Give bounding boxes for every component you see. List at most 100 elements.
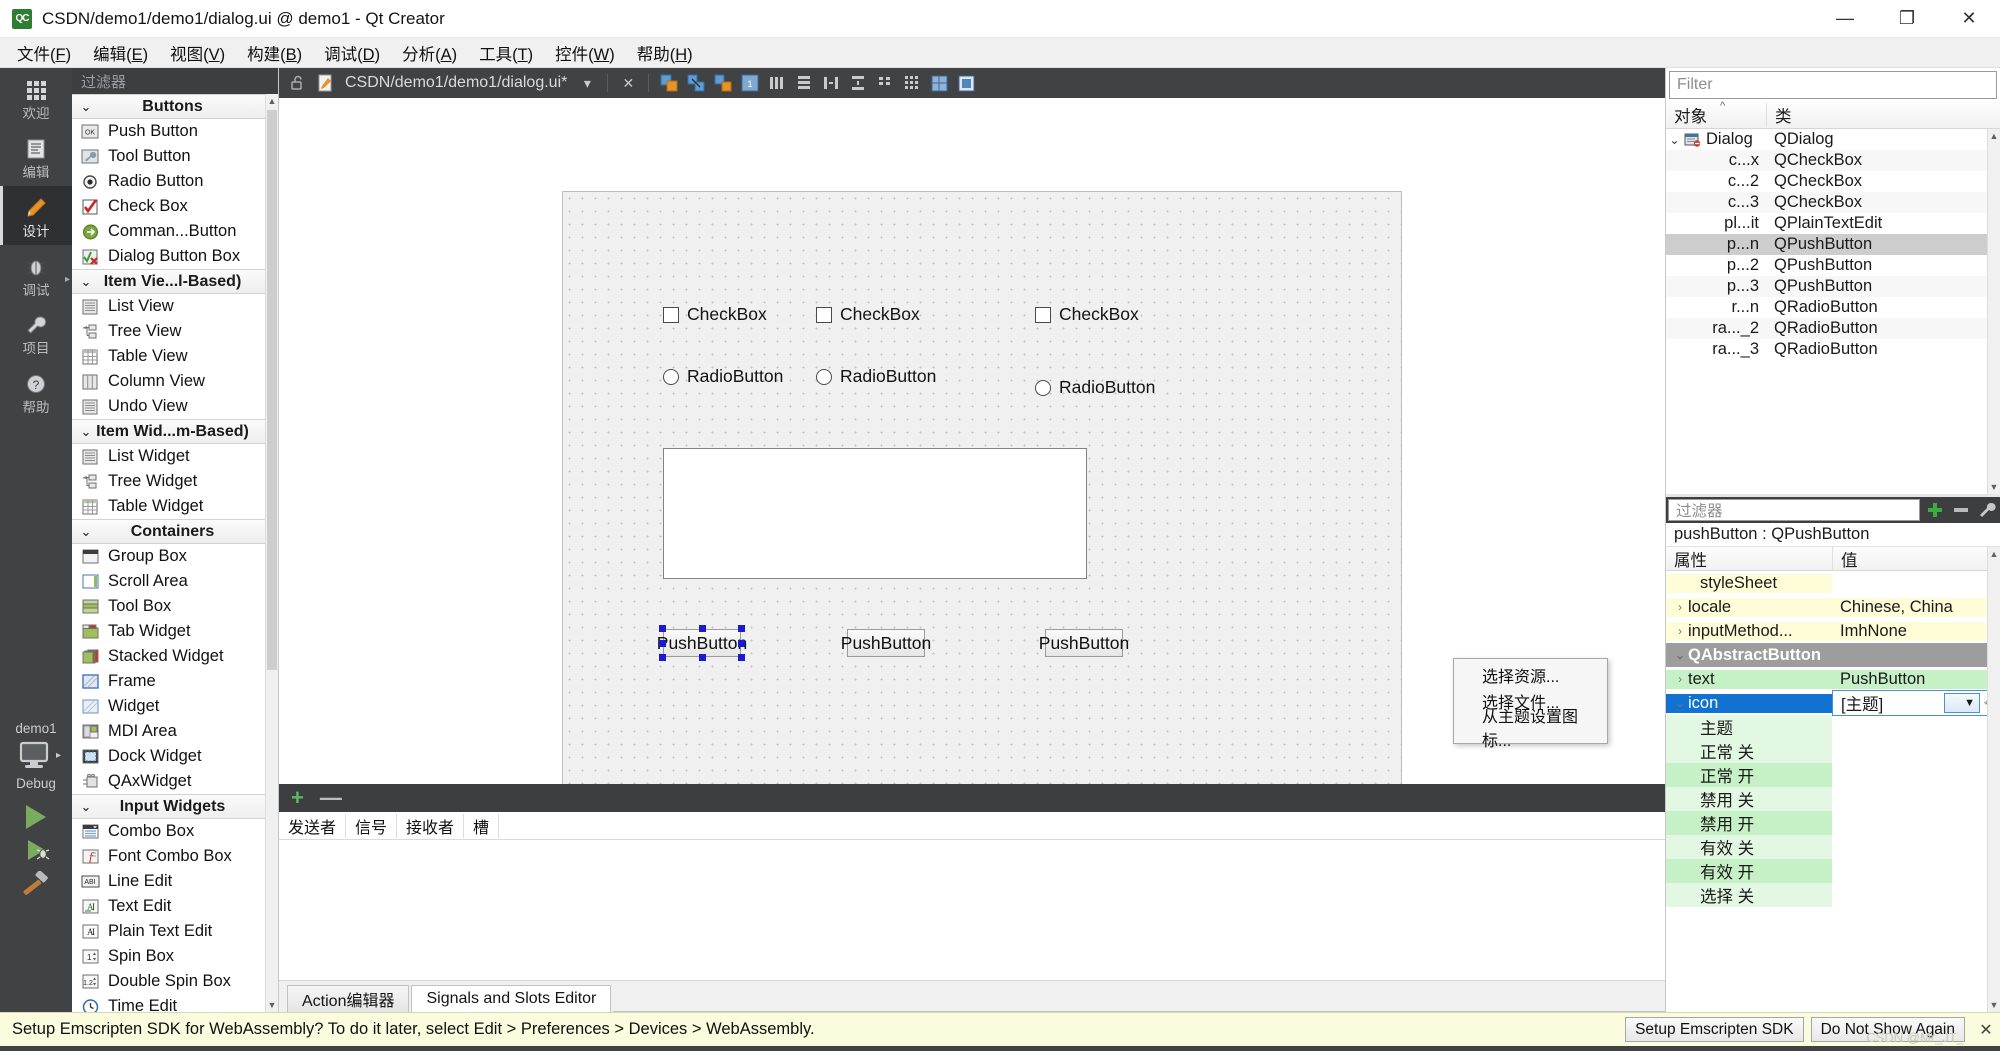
- chevron-down-icon[interactable]: ⌄: [1672, 696, 1688, 710]
- signals-slots-column-header[interactable]: 信号: [346, 813, 398, 838]
- form-plain-text-edit[interactable]: [663, 448, 1087, 579]
- menu-item-a[interactable]: 分析(A): [391, 38, 468, 68]
- widget-item-stacked-widget[interactable]: Stacked Widget: [72, 644, 265, 669]
- scroll-down-icon[interactable]: ▼: [268, 998, 277, 1012]
- mode-item-edit[interactable]: 编辑: [0, 127, 72, 186]
- signals-slots-column-header[interactable]: 接收者: [397, 813, 465, 838]
- form-radio-button[interactable]: RadioButton: [816, 366, 936, 387]
- resize-handle[interactable]: [659, 639, 666, 647]
- property-value-cell[interactable]: [主题]▼↶: [1832, 690, 2000, 716]
- menu-item-h[interactable]: 帮助(H): [626, 38, 704, 68]
- widget-group-header[interactable]: ⌄ Item Wid...m-Based): [72, 419, 265, 444]
- mode-item-design[interactable]: 设计: [0, 185, 72, 245]
- scroll-up-icon[interactable]: ▲: [1988, 547, 2000, 561]
- object-tree-col-object[interactable]: 对象 ^: [1666, 100, 1766, 127]
- widget-item-table-widget[interactable]: Table Widget: [72, 494, 265, 519]
- property-value-cell[interactable]: PushButton: [1832, 669, 2000, 689]
- property-row[interactable]: 主题: [1666, 715, 2000, 739]
- scrollbar-thumb[interactable]: [267, 110, 277, 670]
- signals-slots-column-header[interactable]: 槽: [464, 813, 500, 838]
- object-tree-row[interactable]: p...2 QPushButton: [1666, 255, 1987, 276]
- lock-open-icon[interactable]: [287, 72, 309, 94]
- object-tree-row[interactable]: ⌄ Dialog QDialog: [1666, 129, 1987, 150]
- menu-item-w[interactable]: 控件(W): [544, 38, 626, 68]
- object-tree-row[interactable]: c...2 QCheckBox: [1666, 171, 1987, 192]
- layout-horizontal-icon[interactable]: [766, 72, 788, 94]
- layout-grid-icon[interactable]: [901, 72, 923, 94]
- widget-item-push-button[interactable]: OK Push Button: [72, 119, 265, 144]
- widget-item-font-combo-box[interactable]: f Font Combo Box: [72, 844, 265, 869]
- property-row[interactable]: 禁用 关: [1666, 787, 2000, 811]
- widget-item-mdi-area[interactable]: MDI Area: [72, 719, 265, 744]
- resize-handle[interactable]: [738, 625, 745, 632]
- object-tree-row[interactable]: p...3 QPushButton: [1666, 276, 1987, 297]
- property-row[interactable]: 正常 关: [1666, 739, 2000, 763]
- edit-signals-slots-icon[interactable]: [685, 72, 707, 94]
- property-value-cell[interactable]: ImhNone: [1832, 621, 2000, 641]
- widget-item-group-box[interactable]: Group Box: [72, 544, 265, 569]
- break-layout-icon[interactable]: [928, 72, 950, 94]
- mode-item-help[interactable]: ? 帮助: [0, 362, 72, 421]
- add-connection-button[interactable]: +: [291, 787, 304, 809]
- icon-dropdown-button[interactable]: ▼: [1944, 693, 1980, 713]
- property-filter-input[interactable]: 过滤器: [1668, 499, 1920, 521]
- close-button[interactable]: ✕: [1938, 0, 2000, 37]
- maximize-button[interactable]: ❐: [1876, 0, 1938, 37]
- form-radio-button[interactable]: RadioButton: [663, 366, 783, 387]
- scroll-down-icon[interactable]: ▼: [1988, 998, 2000, 1012]
- edit-tab-order-icon[interactable]: 1: [739, 72, 761, 94]
- bottom-tab-action-editor[interactable]: Action编辑器: [287, 985, 410, 1012]
- menu-item-d[interactable]: 调试(D): [313, 38, 391, 68]
- open-file-path[interactable]: CSDN/demo1/demo1/dialog.ui*: [345, 74, 567, 92]
- object-tree-scrollbar[interactable]: ▲ ▼: [1987, 129, 2000, 494]
- debug-button[interactable]: [27, 840, 49, 861]
- resize-handle[interactable]: [738, 639, 745, 647]
- chevron-down-icon[interactable]: ▾: [576, 72, 598, 94]
- dismiss-status-icon[interactable]: ✕: [1972, 1020, 2000, 1040]
- mode-item-welcome[interactable]: 欢迎: [0, 68, 72, 127]
- signals-slots-column-header[interactable]: 发送者: [279, 813, 347, 838]
- widget-item-column-view[interactable]: Column View: [72, 369, 265, 394]
- widget-group-header[interactable]: ⌄ Containers: [72, 519, 265, 544]
- mode-item-projects[interactable]: 项目: [0, 303, 72, 362]
- widget-group-header[interactable]: ⌄ Buttons: [72, 94, 265, 119]
- widget-item-text-edit[interactable]: A I Text Edit: [72, 894, 265, 919]
- menu-item-t[interactable]: 工具(T): [468, 38, 544, 68]
- object-tree-row[interactable]: c...3 QCheckBox: [1666, 192, 1987, 213]
- icon-menu-item[interactable]: 从主题设置图标...: [1454, 709, 1607, 750]
- widget-item-dialog-button-box[interactable]: Dialog Button Box: [72, 244, 265, 269]
- resize-handle[interactable]: [698, 654, 706, 661]
- property-settings-button[interactable]: [1974, 501, 2000, 519]
- widget-item-tool-box[interactable]: Tool Box: [72, 594, 265, 619]
- widget-item-plain-text-edit[interactable]: A I Plain Text Edit: [72, 919, 265, 944]
- chevron-down-icon[interactable]: ⌄: [1666, 133, 1683, 147]
- remove-connection-button[interactable]: —: [320, 787, 342, 809]
- widget-item-combo-box[interactable]: Combo Box: [72, 819, 265, 844]
- form-checkbox[interactable]: CheckBox: [663, 304, 767, 325]
- scroll-up-icon[interactable]: ▲: [1990, 129, 1999, 143]
- widget-item-table-view[interactable]: Table View: [72, 344, 265, 369]
- widget-group-header[interactable]: ⌄ Input Widgets: [72, 794, 265, 819]
- scroll-up-icon[interactable]: ▲: [268, 94, 277, 108]
- property-row[interactable]: 禁用 开: [1666, 811, 2000, 835]
- add-dynamic-property-button[interactable]: [1922, 501, 1948, 519]
- widget-item-double-spin-box[interactable]: 1.2 Double Spin Box: [72, 969, 265, 994]
- scroll-down-icon[interactable]: ▼: [1990, 480, 1999, 494]
- object-tree-row[interactable]: p...n QPushButton: [1666, 234, 1987, 255]
- property-row[interactable]: 有效 关: [1666, 835, 2000, 859]
- layout-splitter-v-icon[interactable]: [847, 72, 869, 94]
- widget-item-list-widget[interactable]: List Widget: [72, 444, 265, 469]
- object-tree-row[interactable]: pl...it QPlainTextEdit: [1666, 213, 1987, 234]
- widget-item-time-edit[interactable]: Time Edit: [72, 994, 265, 1012]
- object-tree-row[interactable]: ra..._3 QRadioButton: [1666, 339, 1987, 360]
- kit-selector[interactable]: demo1 ▸ Debug: [0, 721, 72, 900]
- widget-box-filter[interactable]: 过滤器: [72, 68, 278, 94]
- resize-handle[interactable]: [659, 654, 666, 661]
- setup-emscripten-sdk-button[interactable]: Setup Emscripten SDK: [1625, 1017, 1804, 1042]
- chevron-down-icon[interactable]: ⌄: [1672, 648, 1688, 662]
- mode-item-debug[interactable]: 调试 ▸: [0, 245, 72, 304]
- property-value-cell[interactable]: Chinese, China: [1832, 597, 2000, 617]
- minimize-button[interactable]: —: [1814, 0, 1876, 37]
- layout-vertical-icon[interactable]: [793, 72, 815, 94]
- property-editor-scrollbar[interactable]: ▲ ▼: [1987, 547, 2000, 1012]
